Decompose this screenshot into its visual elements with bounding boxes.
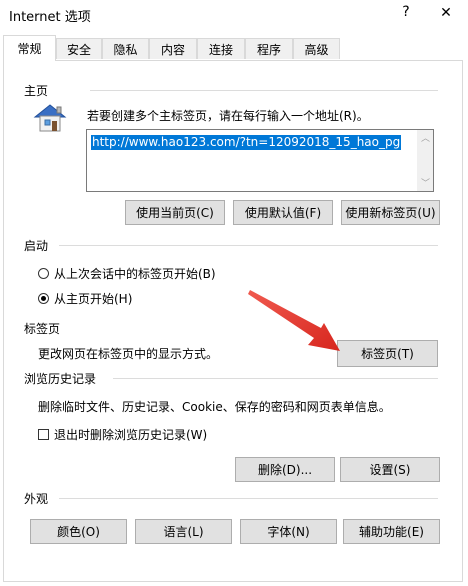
tab-label: 隐私 [113, 42, 138, 57]
tab-label: 常规 [17, 42, 42, 56]
title-bar: Internet 选项 ? ✕ [0, 0, 468, 30]
tab-label: 程序 [256, 42, 281, 57]
tab-panel [3, 60, 463, 582]
help-button[interactable]: ? [398, 4, 414, 20]
tab-security[interactable]: 安全 [56, 38, 102, 59]
tab-advanced[interactable]: 高级 [293, 38, 340, 59]
tab-label: 安全 [66, 42, 91, 57]
annotation-arrow [248, 290, 340, 351]
tab-connections[interactable]: 连接 [197, 38, 245, 59]
close-button[interactable]: ✕ [438, 5, 454, 21]
tab-content[interactable]: 内容 [149, 38, 197, 59]
tab-label: 高级 [304, 42, 329, 57]
window-title: Internet 选项 [9, 10, 91, 25]
tab-programs[interactable]: 程序 [245, 38, 293, 59]
tab-general[interactable]: 常规 [3, 35, 56, 61]
tab-label: 连接 [208, 42, 233, 57]
tab-label: 内容 [160, 42, 185, 57]
tab-privacy[interactable]: 隐私 [102, 38, 149, 59]
